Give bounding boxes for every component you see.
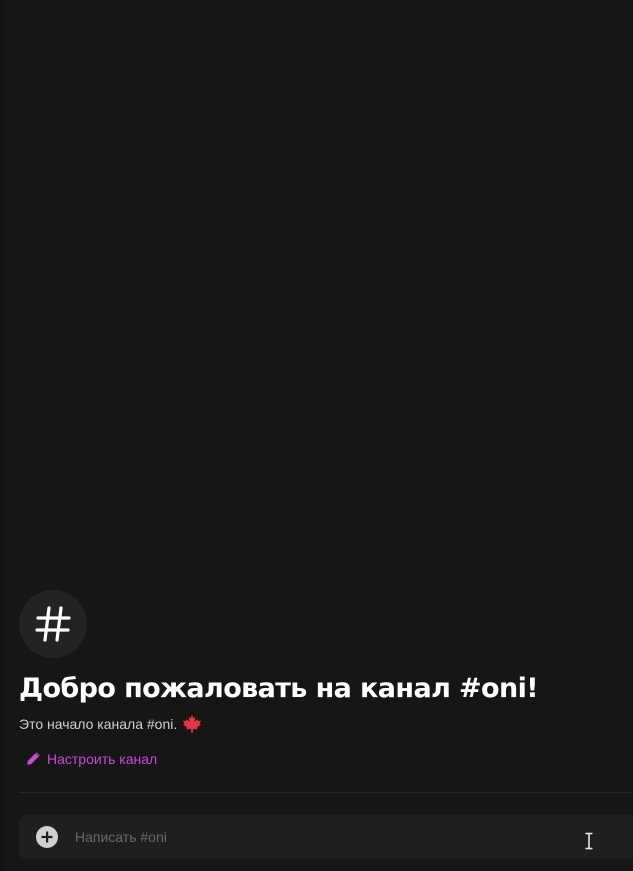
edit-channel-button[interactable]: Настроить канал bbox=[26, 750, 157, 768]
welcome-title: Добро пожаловать на канал #oni! bbox=[19, 673, 539, 704]
welcome-description: Это начало канала #oni. bbox=[19, 716, 178, 732]
chat-area: Добро пожаловать на канал #oni! Это нача… bbox=[0, 0, 633, 871]
app-window: Добро пожаловать на канал #oni! Это нача… bbox=[0, 0, 633, 871]
message-composer bbox=[19, 815, 633, 859]
maple-leaf-icon bbox=[183, 714, 202, 734]
plus-circle-icon bbox=[41, 831, 53, 843]
edit-channel-label: Настроить канал bbox=[47, 751, 158, 767]
hash-icon bbox=[35, 606, 71, 642]
channel-avatar bbox=[19, 590, 87, 658]
welcome-description-row: Это начало канала #oni. bbox=[19, 714, 633, 734]
message-input[interactable] bbox=[75, 815, 575, 859]
attach-button[interactable] bbox=[36, 826, 58, 848]
text-cursor-icon bbox=[585, 832, 593, 850]
divider bbox=[19, 792, 633, 793]
channel-welcome: Добро пожаловать на канал #oni! Это нача… bbox=[19, 590, 633, 770]
pencil-icon bbox=[27, 752, 40, 765]
